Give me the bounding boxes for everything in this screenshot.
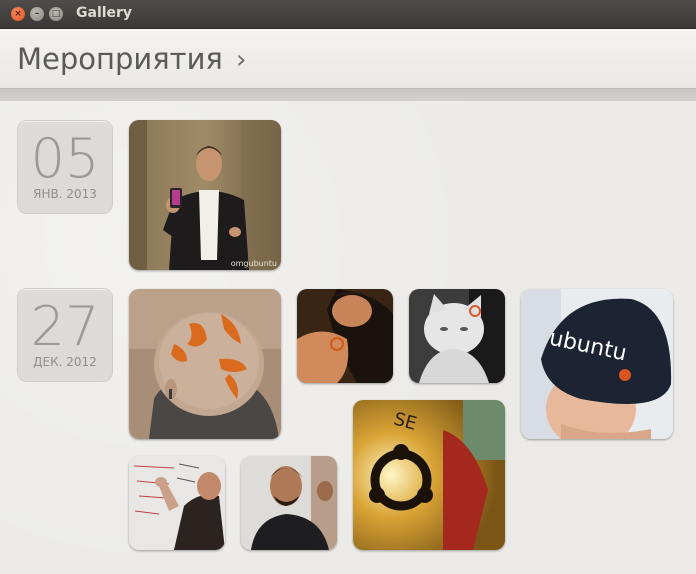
photo-thumbnail[interactable] (129, 289, 281, 439)
event-day: 05 (30, 127, 100, 190)
photo-thumbnail[interactable] (241, 456, 337, 550)
window-title: Gallery (76, 5, 133, 21)
ubuntu-haircut-photo (129, 289, 281, 439)
whiteboard-photo (129, 456, 225, 550)
photo-thumbnail[interactable]: ubuntu (521, 289, 673, 439)
event-date-card: 27 ДЕК. 2012 (17, 288, 113, 382)
page-header: Мероприятия › (0, 29, 696, 88)
photo-thumbnail[interactable]: SE (353, 400, 505, 550)
man-with-phone-photo (129, 120, 281, 270)
gallery-content: 05 ЯНВ. 2013 omgubuntu 27 ДЕК. 2012 ubun… (0, 101, 696, 574)
page-title[interactable]: Мероприятия (17, 42, 223, 76)
photo-watermark: omgubuntu (230, 259, 277, 268)
maximize-icon[interactable]: □ (49, 7, 63, 21)
window-titlebar: × – □ Gallery (0, 0, 696, 29)
ubuntu-tattoo-photo (297, 289, 393, 383)
smiling-man-photo (241, 456, 337, 550)
minimize-icon[interactable]: – (30, 7, 44, 21)
photo-thumbnail[interactable] (297, 289, 393, 383)
photo-thumbnail[interactable] (129, 456, 225, 550)
photo-thumbnail[interactable] (409, 289, 505, 383)
ubuntu-beanie-photo: ubuntu (521, 289, 673, 439)
event-date-card: 05 ЯНВ. 2013 (17, 120, 113, 214)
chevron-right-icon[interactable]: › (236, 45, 246, 75)
photo-thumbnail[interactable]: omgubuntu (129, 120, 281, 270)
header-divider (0, 88, 696, 101)
close-icon[interactable]: × (11, 7, 25, 21)
ubuntu-car-photo: SE (353, 400, 505, 550)
event-day: 27 (30, 295, 100, 358)
ubuntu-cat-photo (409, 289, 505, 383)
